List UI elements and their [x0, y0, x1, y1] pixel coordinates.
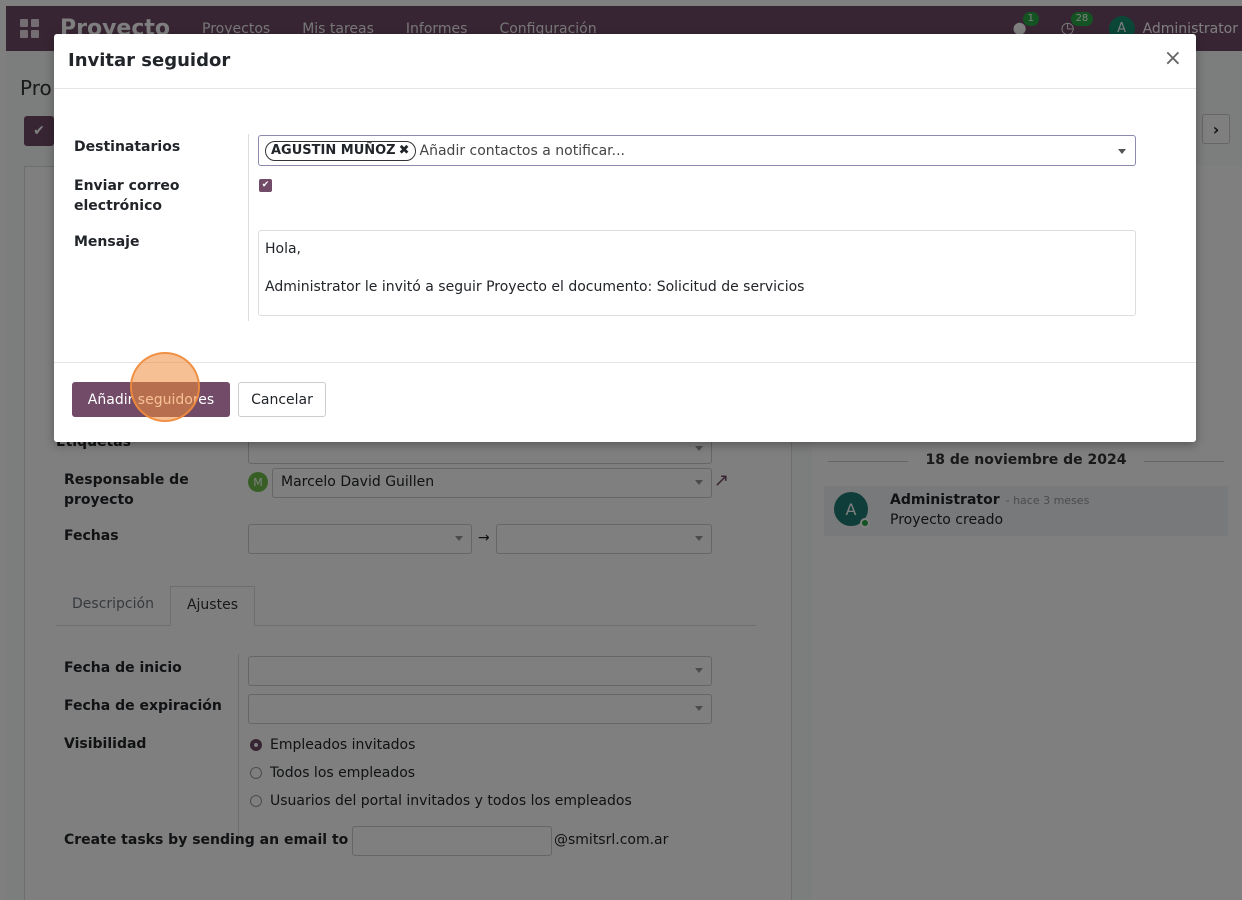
message-line: Hola, [265, 241, 302, 257]
message-label: Mensaje [74, 234, 140, 250]
invite-follower-dialog: Invitar seguidor × Destinatarios AGUSTIN… [54, 34, 1196, 442]
dialog-divider [248, 134, 249, 321]
close-icon[interactable]: × [1164, 46, 1182, 71]
recipients-label: Destinatarios [74, 139, 181, 155]
dialog-header: Invitar seguidor × [54, 34, 1196, 89]
remove-tag-icon[interactable]: ✖ [399, 143, 410, 158]
message-textarea[interactable]: Hola, Administrator le invitó a seguir P… [258, 230, 1136, 316]
chevron-down-icon[interactable] [1118, 149, 1126, 154]
click-indicator [130, 352, 200, 422]
cancel-button[interactable]: Cancelar [238, 382, 326, 417]
recipient-tag: AGUSTIN MUÑOZ ✖ [265, 140, 416, 161]
send-email-checkbox[interactable]: ✔ [259, 179, 272, 192]
message-line: Administrator le invitó a seguir Proyect… [265, 279, 805, 295]
recipients-field[interactable]: AGUSTIN MUÑOZ ✖ Añadir contactos a notifi… [258, 135, 1136, 166]
recipients-input[interactable]: Añadir contactos a notificar... [420, 143, 625, 159]
dialog-title: Invitar seguidor [68, 50, 231, 71]
send-email-label: Enviar correo electrónico [74, 178, 180, 214]
dialog-footer: Añadir seguidores Cancelar [54, 362, 1196, 442]
